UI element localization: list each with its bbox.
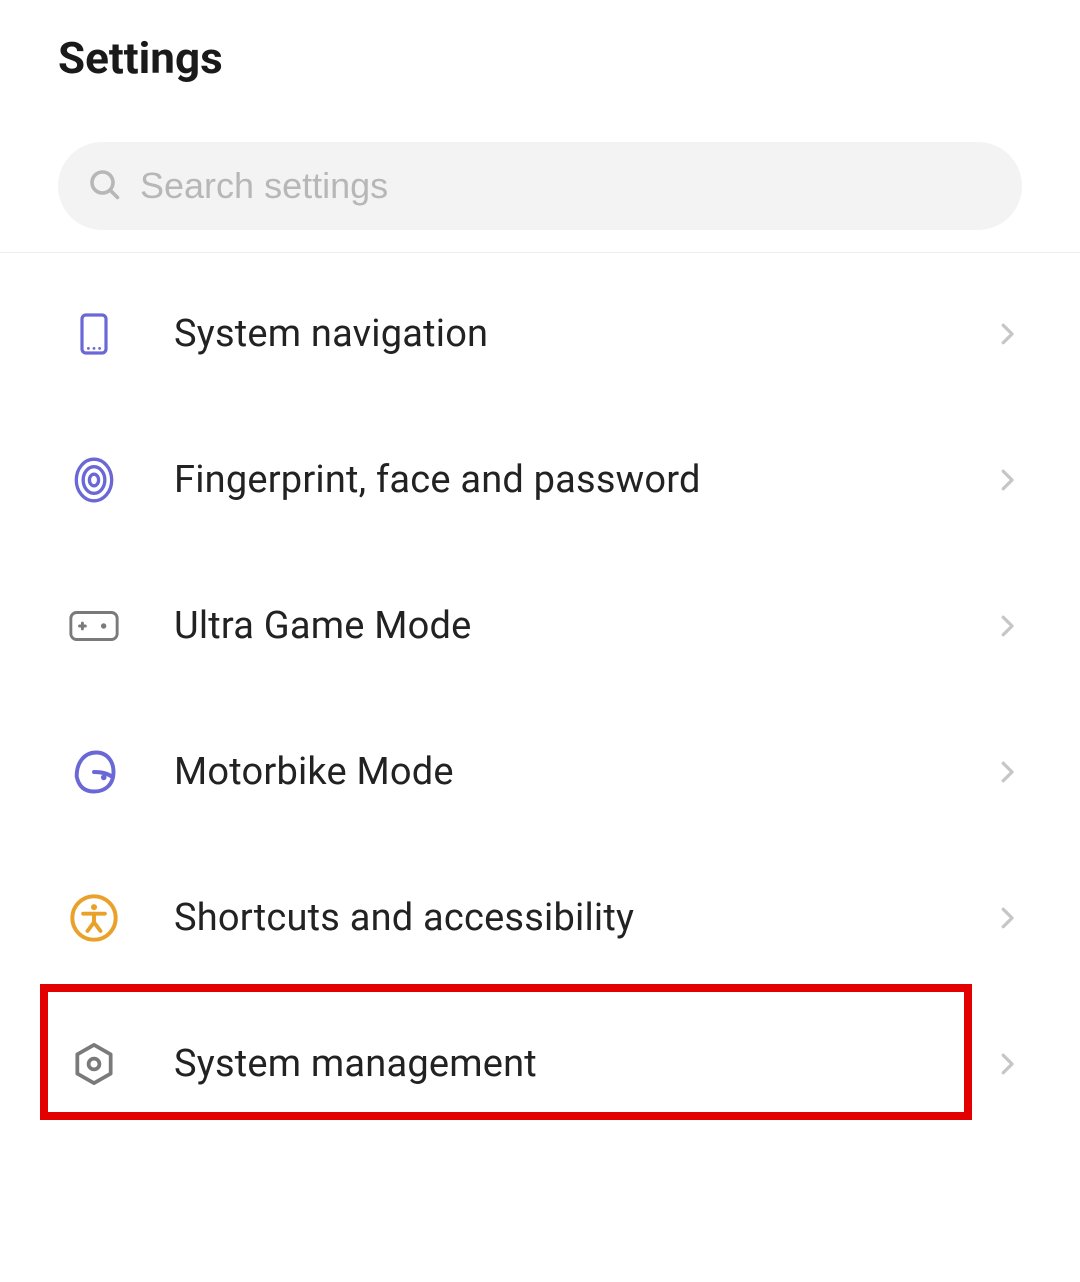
helmet-icon	[66, 744, 122, 800]
item-label: Motorbike Mode	[174, 750, 992, 794]
item-label: Shortcuts and accessibility	[174, 896, 992, 940]
chevron-right-icon	[992, 611, 1022, 641]
item-shortcuts-accessibility[interactable]: Shortcuts and accessibility	[0, 845, 1080, 991]
chevron-right-icon	[992, 1049, 1022, 1079]
search-container	[58, 142, 1022, 230]
gear-icon	[66, 1036, 122, 1092]
search-icon	[86, 166, 122, 206]
search-box[interactable]	[58, 142, 1022, 230]
chevron-right-icon	[992, 465, 1022, 495]
accessibility-icon	[66, 890, 122, 946]
item-label: Ultra Game Mode	[174, 604, 992, 648]
settings-list: System navigation Fingerprint, face and …	[0, 261, 1080, 1137]
chevron-right-icon	[992, 319, 1022, 349]
item-system-navigation[interactable]: System navigation	[0, 261, 1080, 407]
chevron-right-icon	[992, 903, 1022, 933]
item-system-management[interactable]: System management	[0, 991, 1080, 1137]
page-title: Settings	[0, 0, 1080, 84]
search-input[interactable]	[140, 165, 994, 207]
item-label: Fingerprint, face and password	[174, 458, 992, 502]
item-label: System navigation	[174, 312, 992, 356]
phone-icon	[66, 306, 122, 362]
item-ultra-game-mode[interactable]: Ultra Game Mode	[0, 553, 1080, 699]
gamepad-icon	[66, 598, 122, 654]
item-motorbike-mode[interactable]: Motorbike Mode	[0, 699, 1080, 845]
item-label: System management	[174, 1042, 992, 1086]
chevron-right-icon	[992, 757, 1022, 787]
item-fingerprint-face-password[interactable]: Fingerprint, face and password	[0, 407, 1080, 553]
header-divider	[0, 252, 1080, 253]
fingerprint-icon	[66, 452, 122, 508]
